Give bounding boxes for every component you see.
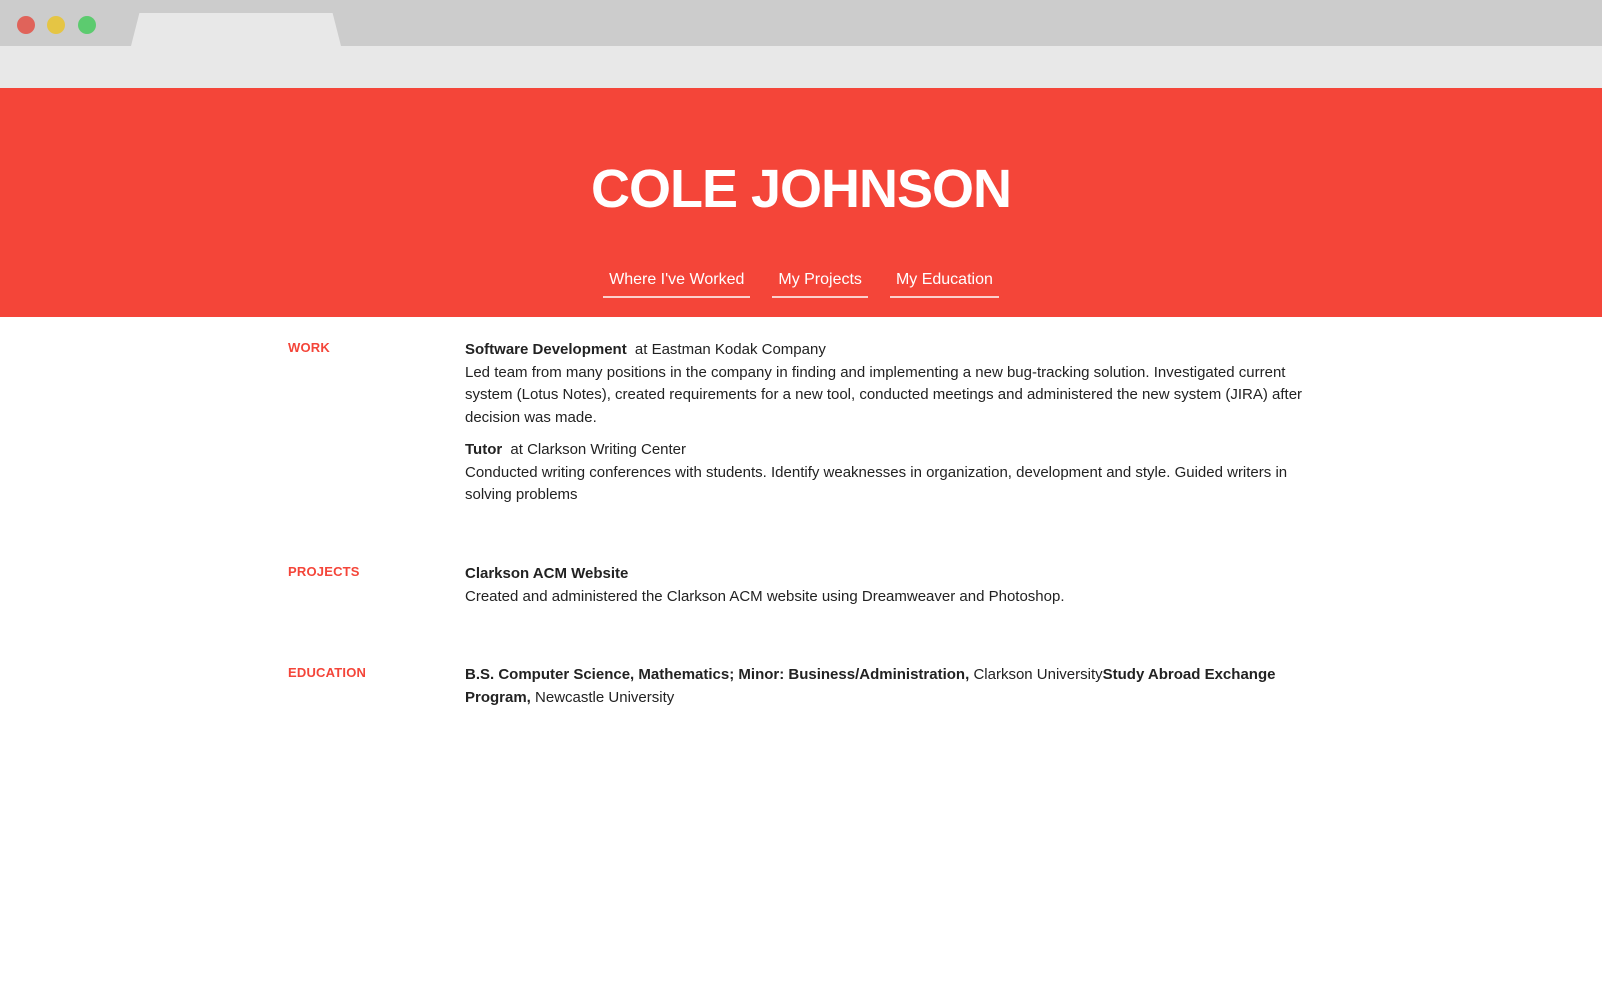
entry-org: at Clarkson Writing Center xyxy=(510,441,687,458)
close-window-icon[interactable] xyxy=(17,16,35,34)
project-entry: Clarkson ACM Website Created and adminis… xyxy=(465,563,1325,608)
entry-description: Led team from many positions in the comp… xyxy=(465,363,1303,426)
browser-tab[interactable] xyxy=(131,13,341,46)
maximize-window-icon[interactable] xyxy=(78,16,96,34)
tab-strip xyxy=(0,0,1602,46)
nav-link-my-projects[interactable]: My Projects xyxy=(772,271,868,298)
work-entry: Tutor at Clarkson Writing Center Conduct… xyxy=(465,439,1325,507)
education-entry: B.S. Computer Science, Mathematics; Mino… xyxy=(465,664,1325,709)
entry-org: at Eastman Kodak Company xyxy=(634,341,826,358)
school: Newcastle University xyxy=(535,688,675,706)
degree: B.S. Computer Science, Mathematics; Mino… xyxy=(465,666,970,683)
entry-title: Tutor xyxy=(465,441,503,458)
entry-title: Software Development xyxy=(465,341,627,358)
nav-link-where-ive-worked[interactable]: Where I've Worked xyxy=(603,271,751,298)
entry-description: Conducted writing conferences with stude… xyxy=(465,463,1288,504)
address-bar[interactable] xyxy=(0,46,1602,88)
nav-link-my-education[interactable]: My Education xyxy=(889,271,999,298)
resume-content: WORK Software Development at Eastman Kod… xyxy=(0,317,1602,984)
main-nav: Where I've Worked My Projects My Educati… xyxy=(0,271,1602,298)
education-section: B.S. Computer Science, Mathematics; Mino… xyxy=(465,664,1325,719)
work-section: Software Development at Eastman Kodak Co… xyxy=(465,339,1325,517)
page-title: COLE JOHNSON xyxy=(590,159,1012,219)
work-entry: Software Development at Eastman Kodak Co… xyxy=(465,339,1325,429)
entry-title: Clarkson ACM Website xyxy=(465,565,629,582)
minimize-window-icon[interactable] xyxy=(47,16,65,34)
section-label-education: EDUCATION xyxy=(288,665,367,680)
entry-description: Created and administered the Clarkson AC… xyxy=(465,587,1065,605)
school: Clarkson University xyxy=(973,666,1103,683)
projects-section: Clarkson ACM Website Created and adminis… xyxy=(465,563,1325,618)
hero-header: COLE JOHNSON Where I've Worked My Projec… xyxy=(0,88,1602,317)
section-label-work: WORK xyxy=(288,340,330,355)
browser-chrome xyxy=(0,0,1602,88)
section-label-projects: PROJECTS xyxy=(288,564,360,579)
